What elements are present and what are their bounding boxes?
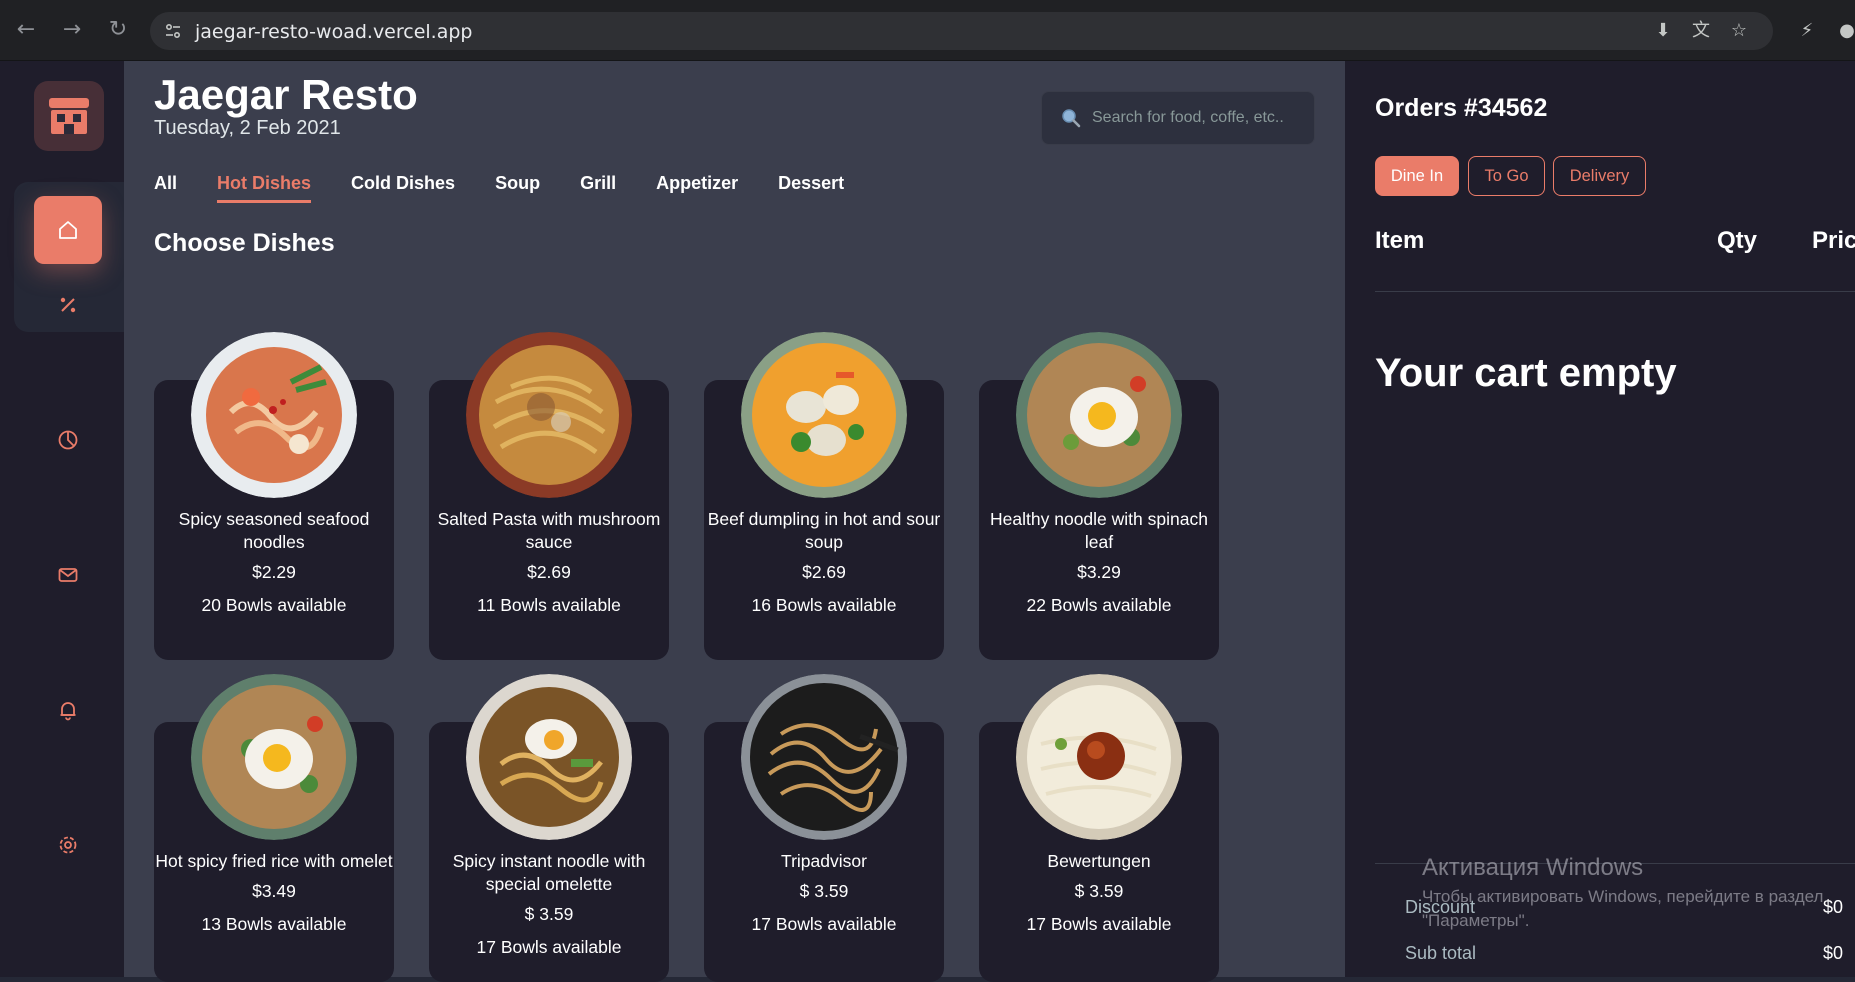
dish-price: $2.69 <box>802 562 846 582</box>
dish-price: $2.69 <box>527 562 571 582</box>
dine-in-button[interactable]: Dine In <box>1375 156 1459 196</box>
to-go-button[interactable]: To Go <box>1468 156 1545 196</box>
column-header-qty: Qty <box>1717 227 1758 254</box>
message-icon[interactable] <box>34 541 102 609</box>
translate-icon[interactable]: 文 <box>1690 20 1712 42</box>
subtotal-label: Sub total <box>1405 943 1477 963</box>
dish-name: Spicy instant noodle with special omelet… <box>452 851 646 894</box>
dish-availability: 16 Bowls available <box>751 595 897 615</box>
main-content: Jaegar Resto Tuesday, 2 Feb 2021 All Hot… <box>124 61 1345 982</box>
orders-title: Orders #34562 <box>1375 94 1548 122</box>
dish-price: $3.49 <box>252 881 296 901</box>
dish-price: $2.29 <box>252 562 296 582</box>
dish-price: $3.29 <box>1077 562 1121 582</box>
dish-image <box>191 674 357 840</box>
dish-image <box>741 332 907 498</box>
dish-availability: 11 Bowls available <box>477 595 621 615</box>
settings-gear-icon[interactable] <box>34 811 102 879</box>
tab-dessert[interactable]: Dessert <box>778 173 844 203</box>
reload-icon[interactable]: ↻ <box>104 16 132 44</box>
install-app-icon[interactable]: ⬇ <box>1652 20 1674 42</box>
dish-image <box>1016 332 1182 498</box>
dish-name: Tripadvisor <box>781 851 867 871</box>
column-header-item: Item <box>1375 227 1425 254</box>
dish-availability: 17 Bowls available <box>751 914 897 934</box>
dish-image <box>466 332 632 498</box>
divider <box>1375 291 1855 292</box>
sidebar <box>0 61 124 977</box>
search-icon <box>1062 109 1081 128</box>
dish-name: Salted Pasta with mushroom sauce <box>437 509 661 552</box>
dish-price: $ 3.59 <box>524 904 574 924</box>
column-header-price: Pric <box>1812 227 1855 254</box>
dish-image <box>741 674 907 840</box>
current-date: Tuesday, 2 Feb 2021 <box>154 117 341 139</box>
search-input[interactable] <box>1092 92 1307 144</box>
home-icon[interactable] <box>34 196 102 264</box>
dish-availability: 20 Bowls available <box>201 595 347 615</box>
url-text[interactable]: jaegar-resto-woad.vercel.app <box>195 21 473 43</box>
dish-image <box>466 674 632 840</box>
notification-bell-icon[interactable] <box>34 676 102 744</box>
tab-appetizer[interactable]: Appetizer <box>656 173 738 203</box>
subtotal-value: $0 <box>1823 943 1844 963</box>
bookmark-star-icon[interactable]: ☆ <box>1728 20 1750 42</box>
tab-soup[interactable]: Soup <box>495 173 540 203</box>
extension-icon[interactable]: ⚡ <box>1795 19 1819 43</box>
tab-hot-dishes[interactable]: Hot Dishes <box>217 173 312 203</box>
dish-name: Bewertungen <box>1047 851 1151 871</box>
dish-availability: 13 Bowls available <box>201 914 347 934</box>
search-box[interactable] <box>1041 91 1315 145</box>
address-bar[interactable]: jaegar-resto-woad.vercel.app ⬇ 文 ☆ <box>150 12 1773 50</box>
delivery-button[interactable]: Delivery <box>1553 156 1646 196</box>
dashboard-pie-icon[interactable] <box>34 406 102 474</box>
back-arrow-icon[interactable]: ← <box>12 16 40 44</box>
dish-name: Healthy noodle with spinach leaf <box>990 509 1208 552</box>
section-title: Choose Dishes <box>154 229 335 257</box>
site-info-icon[interactable] <box>164 22 182 40</box>
dish-price: $ 3.59 <box>799 881 849 901</box>
restaurant-logo-icon[interactable] <box>34 81 104 151</box>
tab-cold-dishes[interactable]: Cold Dishes <box>351 173 455 203</box>
forward-arrow-icon[interactable]: → <box>58 16 86 44</box>
dish-availability: 22 Bowls available <box>1026 595 1172 615</box>
dish-image <box>191 332 357 498</box>
profile-icon[interactable]: ● <box>1835 19 1855 43</box>
cart-empty-message: Your cart empty <box>1375 351 1677 395</box>
browser-toolbar: ← → ↻ jaegar-resto-woad.vercel.app ⬇ 文 ☆… <box>0 0 1855 61</box>
discount-icon[interactable] <box>34 271 102 339</box>
windows-activation-title: Активация Windows <box>1422 854 1644 881</box>
dish-availability: 17 Bowls available <box>476 937 622 957</box>
dish-name: Spicy seasoned seafood noodles <box>178 509 370 552</box>
orders-panel: Orders #34562 Dine In To Go Delivery Ite… <box>1345 61 1855 977</box>
tab-grill[interactable]: Grill <box>580 173 616 203</box>
dish-name: Beef dumpling in hot and sour soup <box>707 509 941 552</box>
dish-name: Hot spicy fried rice with omelet <box>155 851 393 871</box>
category-tabs: All Hot Dishes Cold Dishes Soup Grill Ap… <box>154 173 884 203</box>
dish-price: $ 3.59 <box>1074 881 1124 901</box>
page-title: Jaegar Resto <box>154 71 418 118</box>
dish-availability: 17 Bowls available <box>1026 914 1172 934</box>
dish-image <box>1016 674 1182 840</box>
tab-all[interactable]: All <box>154 173 177 203</box>
windows-activation-text: Чтобы активировать Windows, перейдите в … <box>1422 887 1824 930</box>
